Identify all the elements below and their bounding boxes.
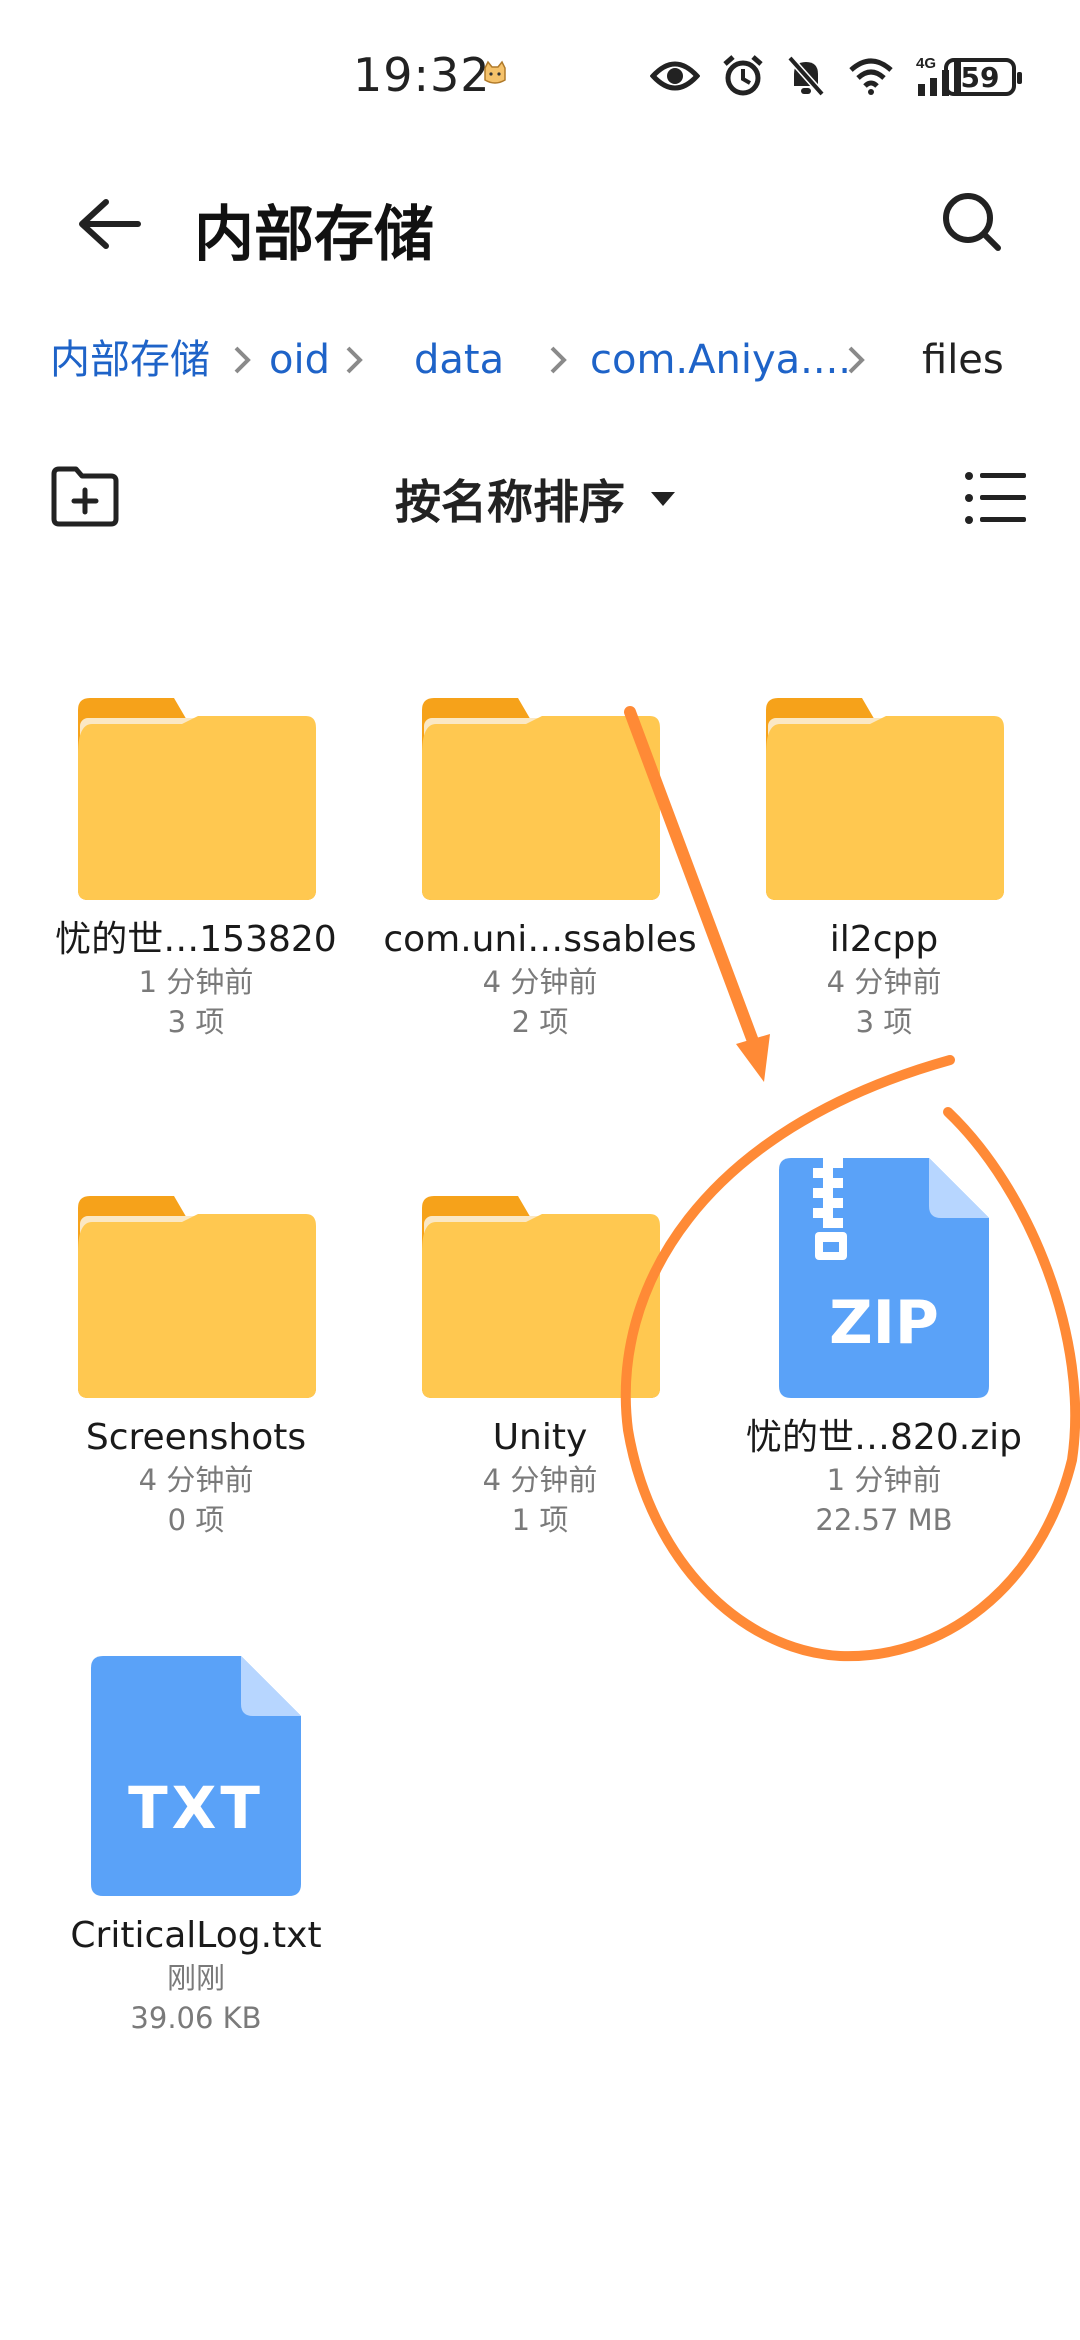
item-size: 22.57 MB xyxy=(815,1503,953,1537)
item-time: 1 分钟前 xyxy=(826,1463,942,1497)
item-time: 4 分钟前 xyxy=(826,965,942,999)
breadcrumb-item-internal-storage[interactable]: 内部存储 xyxy=(50,330,210,390)
battery-level: 59 xyxy=(960,60,1000,94)
page-title: 内部存储 xyxy=(194,200,434,270)
folder-icon xyxy=(78,698,316,900)
back-arrow-icon[interactable] xyxy=(72,188,144,260)
breadcrumb-item-data[interactable]: data xyxy=(414,330,504,390)
item-name: il2cpp xyxy=(829,919,939,960)
txt-file-item[interactable]: TXT CriticalLog.txt 刚刚 39.06 KB xyxy=(24,1656,368,2038)
breadcrumb-item-android[interactable]: oid xyxy=(264,330,330,390)
zip-file-icon: ZIP xyxy=(779,1158,989,1398)
chevron-right-icon xyxy=(234,346,251,374)
folder-item[interactable]: 忧的世…153820 1 分钟前 3 项 xyxy=(24,696,368,1042)
item-time: 4 分钟前 xyxy=(482,965,598,999)
chevron-right-icon xyxy=(848,346,865,374)
list-view-icon[interactable] xyxy=(964,470,1028,526)
folder-icon xyxy=(422,698,660,900)
item-name: 忧的世…153820 xyxy=(55,919,337,960)
eye-icon xyxy=(650,61,700,91)
txt-badge-label: TXT xyxy=(128,1774,264,1842)
item-name: Screenshots xyxy=(85,1417,307,1458)
sort-label: 按名称排序 xyxy=(395,475,625,529)
item-count: 0 项 xyxy=(167,1503,225,1537)
breadcrumb-item-package[interactable]: com.Aniya.... xyxy=(590,330,851,390)
folder-icon xyxy=(78,1196,316,1398)
alarm-icon xyxy=(723,55,763,96)
bell-off-icon xyxy=(787,55,825,97)
breadcrumb: 内部存储 oid data com.Aniya.... files xyxy=(0,330,1080,390)
item-time: 4 分钟前 xyxy=(482,1463,598,1497)
breadcrumb-item-files: files xyxy=(922,337,1004,383)
item-time: 4 分钟前 xyxy=(138,1463,254,1497)
caret-down-icon xyxy=(651,492,675,506)
zip-file-item[interactable]: ZIP 忧的世…820.zip 1 分钟前 22.57 MB xyxy=(712,1158,1056,1540)
battery-indicator: 59 xyxy=(944,58,1022,96)
item-count: 2 项 xyxy=(511,1005,569,1039)
folder-item[interactable]: Screenshots 4 分钟前 0 项 xyxy=(24,1194,368,1540)
txt-file-icon: TXT xyxy=(91,1656,301,1896)
item-time: 刚刚 xyxy=(166,1961,225,1995)
cat-notification-icon xyxy=(484,60,506,84)
status-bar: 19:32 4G 59 xyxy=(0,0,1080,150)
zip-badge-label: ZIP xyxy=(829,1288,939,1358)
item-count: 3 项 xyxy=(855,1005,913,1039)
item-count: 3 项 xyxy=(167,1005,225,1039)
sort-dropdown[interactable]: 按名称排序 xyxy=(395,466,677,532)
item-name: CriticalLog.txt xyxy=(70,1915,322,1956)
status-time: 19:32 xyxy=(353,48,491,102)
network-type-label: 4G xyxy=(916,55,936,72)
new-folder-icon[interactable] xyxy=(50,466,120,528)
search-icon[interactable] xyxy=(936,186,1008,258)
item-name: 忧的世…820.zip xyxy=(746,1417,1022,1458)
chevron-right-icon xyxy=(550,346,567,374)
folder-item[interactable]: Unity 4 分钟前 1 项 xyxy=(368,1194,712,1540)
folder-item[interactable]: com.uni…ssables 4 分钟前 2 项 xyxy=(368,696,712,1042)
item-name: com.uni…ssables xyxy=(383,919,697,960)
item-size: 39.06 KB xyxy=(130,2001,262,2035)
folder-icon xyxy=(422,1196,660,1398)
item-count: 1 项 xyxy=(511,1503,569,1537)
wifi-icon xyxy=(849,58,893,95)
folder-icon xyxy=(766,698,1004,900)
item-name: Unity xyxy=(492,1417,588,1458)
item-time: 1 分钟前 xyxy=(138,965,254,999)
folder-item[interactable]: il2cpp 4 分钟前 3 项 xyxy=(712,696,1056,1042)
chevron-right-icon xyxy=(346,346,363,374)
